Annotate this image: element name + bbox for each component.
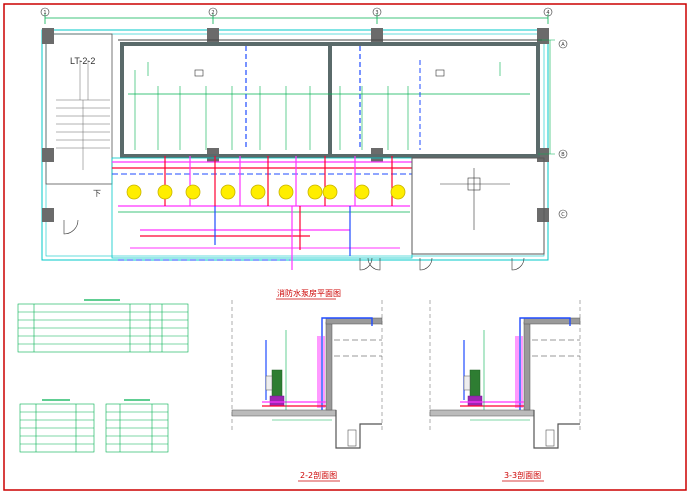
cad-drawing-sheet: 1 2 3 4 A B C LT-2-2 下 消防水泵房平面图 2-2剖面图 3-3剖… (3, 3, 687, 491)
section-title-3: 3-3剖面图 (504, 470, 541, 480)
plan-title: 消防水泵房平面图 (277, 288, 341, 298)
axis-label: B (561, 152, 565, 158)
stair-label: LT-2-2 (70, 56, 95, 66)
axis-label: A (561, 42, 565, 48)
section-2-2 (231, 300, 383, 449)
axis-label: 1 (43, 10, 46, 16)
pump-row (126, 184, 406, 200)
section-3-3 (429, 300, 581, 449)
axis-label: 4 (546, 10, 549, 16)
equipment-table (17, 303, 189, 353)
down-mark: 下 (93, 189, 101, 198)
axis-label: 3 (375, 10, 378, 16)
water-tank-walls (120, 42, 540, 158)
drawing-frame (3, 3, 687, 491)
legend-table-right (105, 403, 169, 453)
legend-table-left (19, 403, 95, 453)
axis-label: C (561, 212, 565, 218)
axis-label: 2 (211, 10, 214, 16)
section-title-2: 2-2剖面图 (300, 470, 337, 480)
pump-room-plan: 1 2 3 4 A B C LT-2-2 下 (40, 7, 568, 271)
